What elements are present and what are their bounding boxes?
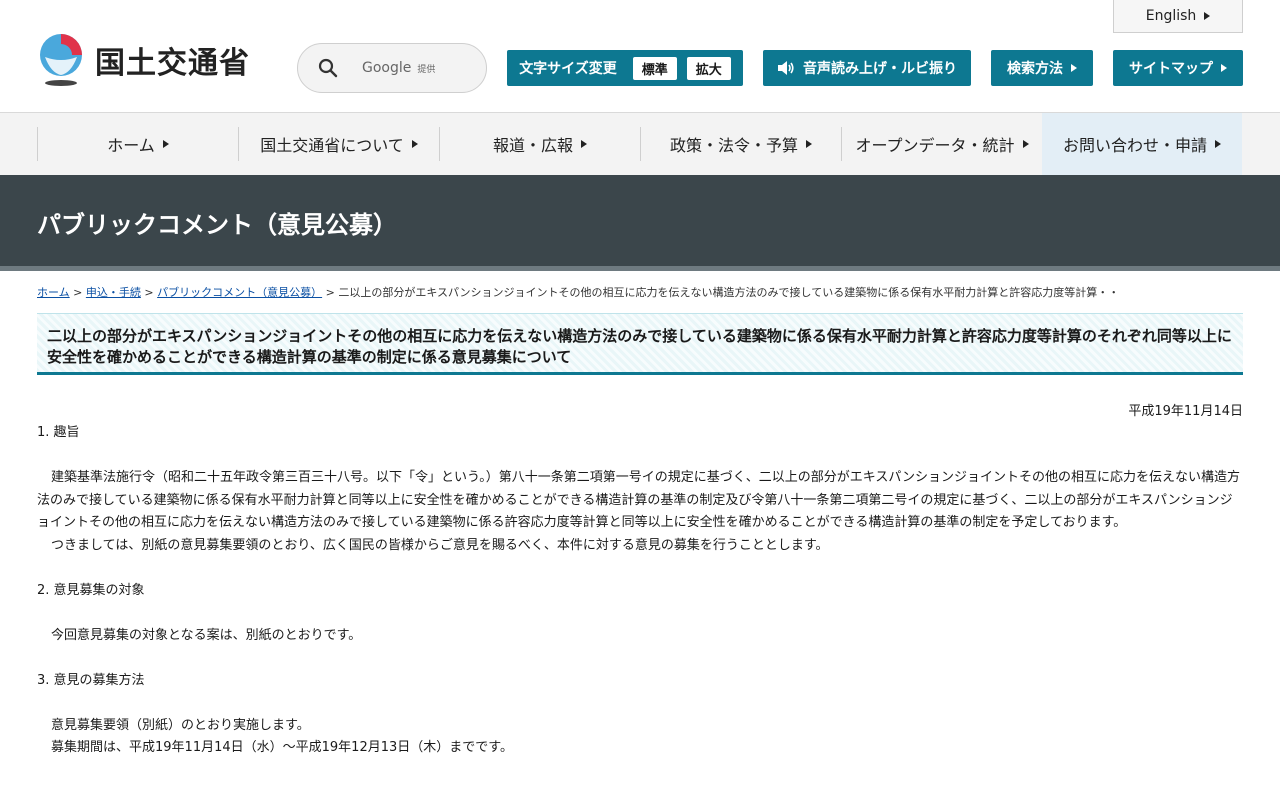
global-nav: ホーム 国土交通省について 報道・広報 政策・法令・予算 オープンデータ・統計 … xyxy=(0,113,1280,176)
paragraph: 募集期間は、平成19年11月14日（水）～平成19年12月13日（木）までです。 xyxy=(51,740,513,755)
audio-ruby-button[interactable]: 音声読み上げ・ルビ振り xyxy=(763,50,971,86)
search-method-button[interactable]: 検索方法 xyxy=(991,50,1093,86)
triangle-right-icon xyxy=(1022,140,1029,148)
page-title: 二以上の部分がエキスパンションジョイントその他の相互に応力を伝えない構造方法のみ… xyxy=(37,313,1243,375)
triangle-right-icon xyxy=(1221,64,1227,72)
nav-item-contact[interactable]: お問い合わせ・申請 xyxy=(1042,113,1242,175)
nav-item-about[interactable]: 国土交通省について xyxy=(239,113,439,175)
triangle-right-icon xyxy=(806,140,812,148)
paragraph: つきましては、別紙の意見募集要領のとおり、広く国民の皆様からご意見を賜るべく、本… xyxy=(51,537,829,553)
paragraph: 今回意見募集の対象となる案は、別紙のとおりです。 xyxy=(51,627,362,643)
english-label: English xyxy=(1145,8,1197,24)
breadcrumb-link-home[interactable]: ホーム xyxy=(37,286,70,299)
breadcrumb-separator: > xyxy=(325,286,339,299)
sitemap-button[interactable]: サイトマップ xyxy=(1113,50,1243,86)
breadcrumb-link-public-comment[interactable]: パブリックコメント（意見公募） xyxy=(157,286,322,299)
logo-text: 国土交通省 xyxy=(95,46,250,81)
site-logo[interactable]: 国土交通省 xyxy=(37,33,250,87)
nav-item-label: ホーム xyxy=(107,136,155,155)
breadcrumb-separator: > xyxy=(144,286,158,299)
section-title-method: 3. 意見の募集方法 xyxy=(37,672,145,688)
english-link[interactable]: English xyxy=(1113,0,1243,33)
paragraph: 意見募集要領（別紙）のとおり実施します。 xyxy=(51,717,310,733)
site-search[interactable]: Google 提供 xyxy=(297,43,487,93)
nav-item-label: オープンデータ・統計 xyxy=(855,136,1015,155)
provided-label: 提供 xyxy=(417,64,436,75)
nav-item-home[interactable]: ホーム xyxy=(38,113,238,175)
breadcrumb: ホーム > 申込・手続 > パブリックコメント（意見公募） > 二以上の部分がエ… xyxy=(37,284,1247,300)
site-header: 国土交通省 Google 提供 English 文字サイズ変更 標準 拡大 音声… xyxy=(0,0,1280,113)
google-label: Google xyxy=(362,60,412,76)
nav-item-label: 政策・法令・予算 xyxy=(669,136,798,155)
triangle-right-icon xyxy=(1215,140,1221,148)
triangle-right-icon xyxy=(1071,64,1077,72)
font-large-button[interactable]: 拡大 xyxy=(686,56,731,80)
nav-item-open-data[interactable]: オープンデータ・統計 xyxy=(842,113,1042,175)
triangle-right-icon xyxy=(411,140,418,148)
paragraph: 建築基準法施行令（昭和二十五年政令第三百三十八号。以下「令」という。）第八十一条… xyxy=(37,470,1240,530)
nav-item-label: 報道・広報 xyxy=(492,136,573,155)
nav-item-label: 国土交通省について xyxy=(260,136,404,155)
audio-ruby-label: 音声読み上げ・ルビ振り xyxy=(803,61,957,77)
font-standard-button[interactable]: 標準 xyxy=(632,56,677,80)
font-size-control: 文字サイズ変更 標準 拡大 xyxy=(507,50,743,86)
breadcrumb-separator: > xyxy=(73,286,86,299)
triangle-right-icon xyxy=(581,140,587,148)
speaker-icon xyxy=(778,61,794,75)
main-content: 1. 趣旨 建築基準法施行令（昭和二十五年政令第三百三十八号。以下「令」という。… xyxy=(37,422,1243,760)
section-title-target: 2. 意見募集の対象 xyxy=(37,582,145,598)
section-title: パブリックコメント（意見公募） xyxy=(37,211,397,239)
nav-item-label: お問い合わせ・申請 xyxy=(1062,136,1207,155)
section-banner: パブリックコメント（意見公募） xyxy=(0,175,1280,271)
breadcrumb-link-procedures[interactable]: 申込・手続 xyxy=(86,286,141,299)
triangle-right-icon xyxy=(162,140,169,148)
nav-item-press[interactable]: 報道・広報 xyxy=(440,113,640,175)
search-icon[interactable] xyxy=(316,56,340,80)
triangle-right-icon xyxy=(1204,12,1211,20)
publish-date: 平成19年11月14日 xyxy=(1128,404,1243,419)
section-title-purpose: 1. 趣旨 xyxy=(37,425,80,440)
banner-strip xyxy=(0,266,1280,271)
breadcrumb-current: 二以上の部分がエキスパンションジョイントその他の相互に応力を伝えない構造方法のみ… xyxy=(338,286,1120,299)
font-size-label: 文字サイズ変更 xyxy=(519,61,617,77)
sitemap-label: サイトマップ xyxy=(1129,61,1213,77)
search-method-label: 検索方法 xyxy=(1007,61,1063,77)
nav-item-policy[interactable]: 政策・法令・予算 xyxy=(641,113,841,175)
mlit-logo-icon xyxy=(40,34,82,86)
